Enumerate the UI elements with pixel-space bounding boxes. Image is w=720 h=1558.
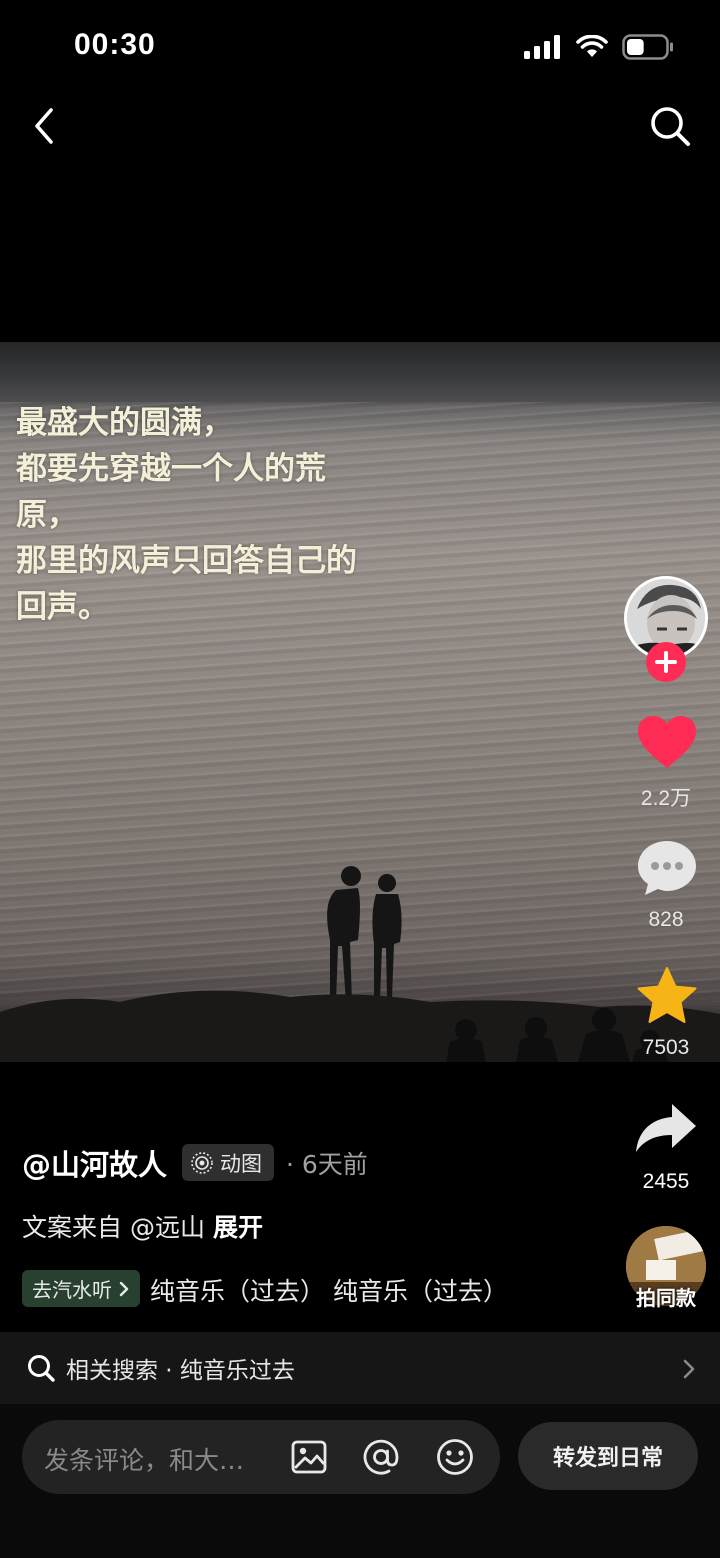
at-sign-icon bbox=[363, 1439, 399, 1475]
comment-button[interactable] bbox=[634, 838, 700, 898]
share-count: 2455 bbox=[642, 1170, 690, 1193]
star-icon bbox=[637, 967, 697, 1023]
share-arrow-icon bbox=[636, 1104, 696, 1152]
chevron-right-icon bbox=[683, 1359, 695, 1379]
caption-line: 那里的风声只回答自己的 bbox=[16, 543, 357, 579]
bottom-bar: 发条评论，和大… 转发到日常 bbox=[0, 1404, 720, 1558]
music-row[interactable]: 去汽水听 纯音乐（过去） 纯音乐（过去） bbox=[22, 1270, 602, 1308]
mention-button[interactable] bbox=[358, 1434, 404, 1480]
chevron-right-icon bbox=[119, 1281, 129, 1296]
status-bar: 00:30 bbox=[0, 0, 720, 96]
chevron-left-icon bbox=[35, 108, 53, 144]
action-rail bbox=[620, 0, 720, 1558]
plus-icon bbox=[655, 651, 677, 673]
caption-line: 都要先穿越一个人的荒 bbox=[16, 451, 326, 487]
share-to-daily-button[interactable]: 转发到日常 bbox=[518, 1422, 698, 1490]
author-name[interactable]: @山河故人 bbox=[22, 1142, 167, 1184]
image-picker-button[interactable] bbox=[286, 1434, 332, 1480]
gif-badge: 动图 bbox=[182, 1144, 274, 1181]
live-photo-icon bbox=[191, 1151, 213, 1174]
signal-icon bbox=[524, 35, 560, 59]
music-title: 纯音乐（过去） 纯音乐（过去） bbox=[150, 1277, 508, 1306]
related-search-label: 相关搜索 · 纯音乐过去 bbox=[66, 1358, 295, 1384]
back-button[interactable] bbox=[22, 104, 66, 148]
like-count: 2.2万 bbox=[640, 787, 692, 810]
post-description: 文案来自 @远山 展开 bbox=[22, 1208, 263, 1244]
post-image[interactable]: 最盛大的圆满， 都要先穿越一个人的荒 原， 那里的风声只回答自己的 回声。 bbox=[0, 342, 720, 1062]
open-in-qishui-label: 去汽水听 bbox=[32, 1278, 112, 1302]
comment-count: 828 bbox=[648, 908, 684, 931]
open-in-qishui-button[interactable]: 去汽水听 bbox=[22, 1270, 140, 1307]
heart-icon bbox=[638, 716, 696, 768]
follow-button[interactable] bbox=[646, 642, 686, 682]
favorite-count: 7503 bbox=[642, 1036, 690, 1059]
comment-input[interactable]: 发条评论，和大… bbox=[22, 1420, 500, 1494]
share-button[interactable] bbox=[632, 1100, 700, 1156]
status-time: 00:30 bbox=[74, 28, 156, 61]
caption-line: 原， bbox=[16, 497, 78, 533]
related-search-bar[interactable]: 相关搜索 · 纯音乐过去 bbox=[0, 1332, 720, 1404]
image-caption: 最盛大的圆满， 都要先穿越一个人的荒 原， 那里的风声只回答自己的 回声。 bbox=[16, 400, 436, 630]
comment-placeholder: 发条评论，和大… bbox=[44, 1446, 245, 1475]
post-time: · 6天前 bbox=[286, 1150, 368, 1179]
comment-icon bbox=[638, 841, 696, 895]
same-style-label: 拍同款 bbox=[636, 1286, 696, 1310]
caption-line: 回声。 bbox=[16, 589, 109, 625]
like-button[interactable] bbox=[634, 712, 700, 772]
favorite-button[interactable] bbox=[634, 964, 700, 1028]
smile-icon bbox=[437, 1439, 473, 1475]
image-icon bbox=[291, 1440, 327, 1474]
gif-badge-label: 动图 bbox=[220, 1151, 262, 1176]
expand-link[interactable]: 展开 bbox=[213, 1213, 263, 1242]
caption-line: 最盛大的圆满， bbox=[16, 405, 233, 441]
description-text: 文案来自 @远山 bbox=[22, 1213, 205, 1242]
emoji-button[interactable] bbox=[432, 1434, 478, 1480]
search-icon bbox=[28, 1355, 55, 1382]
wifi-icon bbox=[576, 35, 608, 57]
